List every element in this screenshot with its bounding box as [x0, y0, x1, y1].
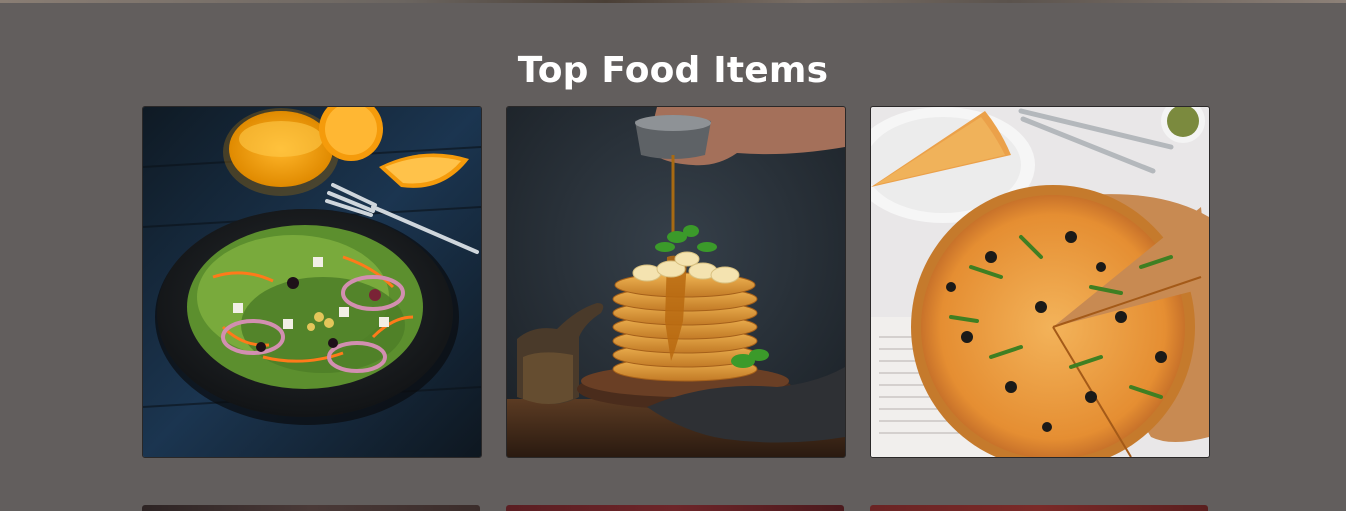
section-title: Top Food Items [517, 50, 829, 92]
food-card-next-row[interactable] [142, 505, 480, 511]
header-image-edge [0, 0, 1346, 3]
pizza-image [871, 107, 1209, 457]
food-card-pancakes[interactable] [506, 106, 846, 458]
food-card-next-row[interactable] [506, 505, 844, 511]
food-card-salad[interactable] [142, 106, 482, 458]
food-card-pizza[interactable] [870, 106, 1210, 458]
pancakes-image [507, 107, 845, 457]
food-card-next-row[interactable] [870, 505, 1208, 511]
salad-image [143, 107, 481, 457]
